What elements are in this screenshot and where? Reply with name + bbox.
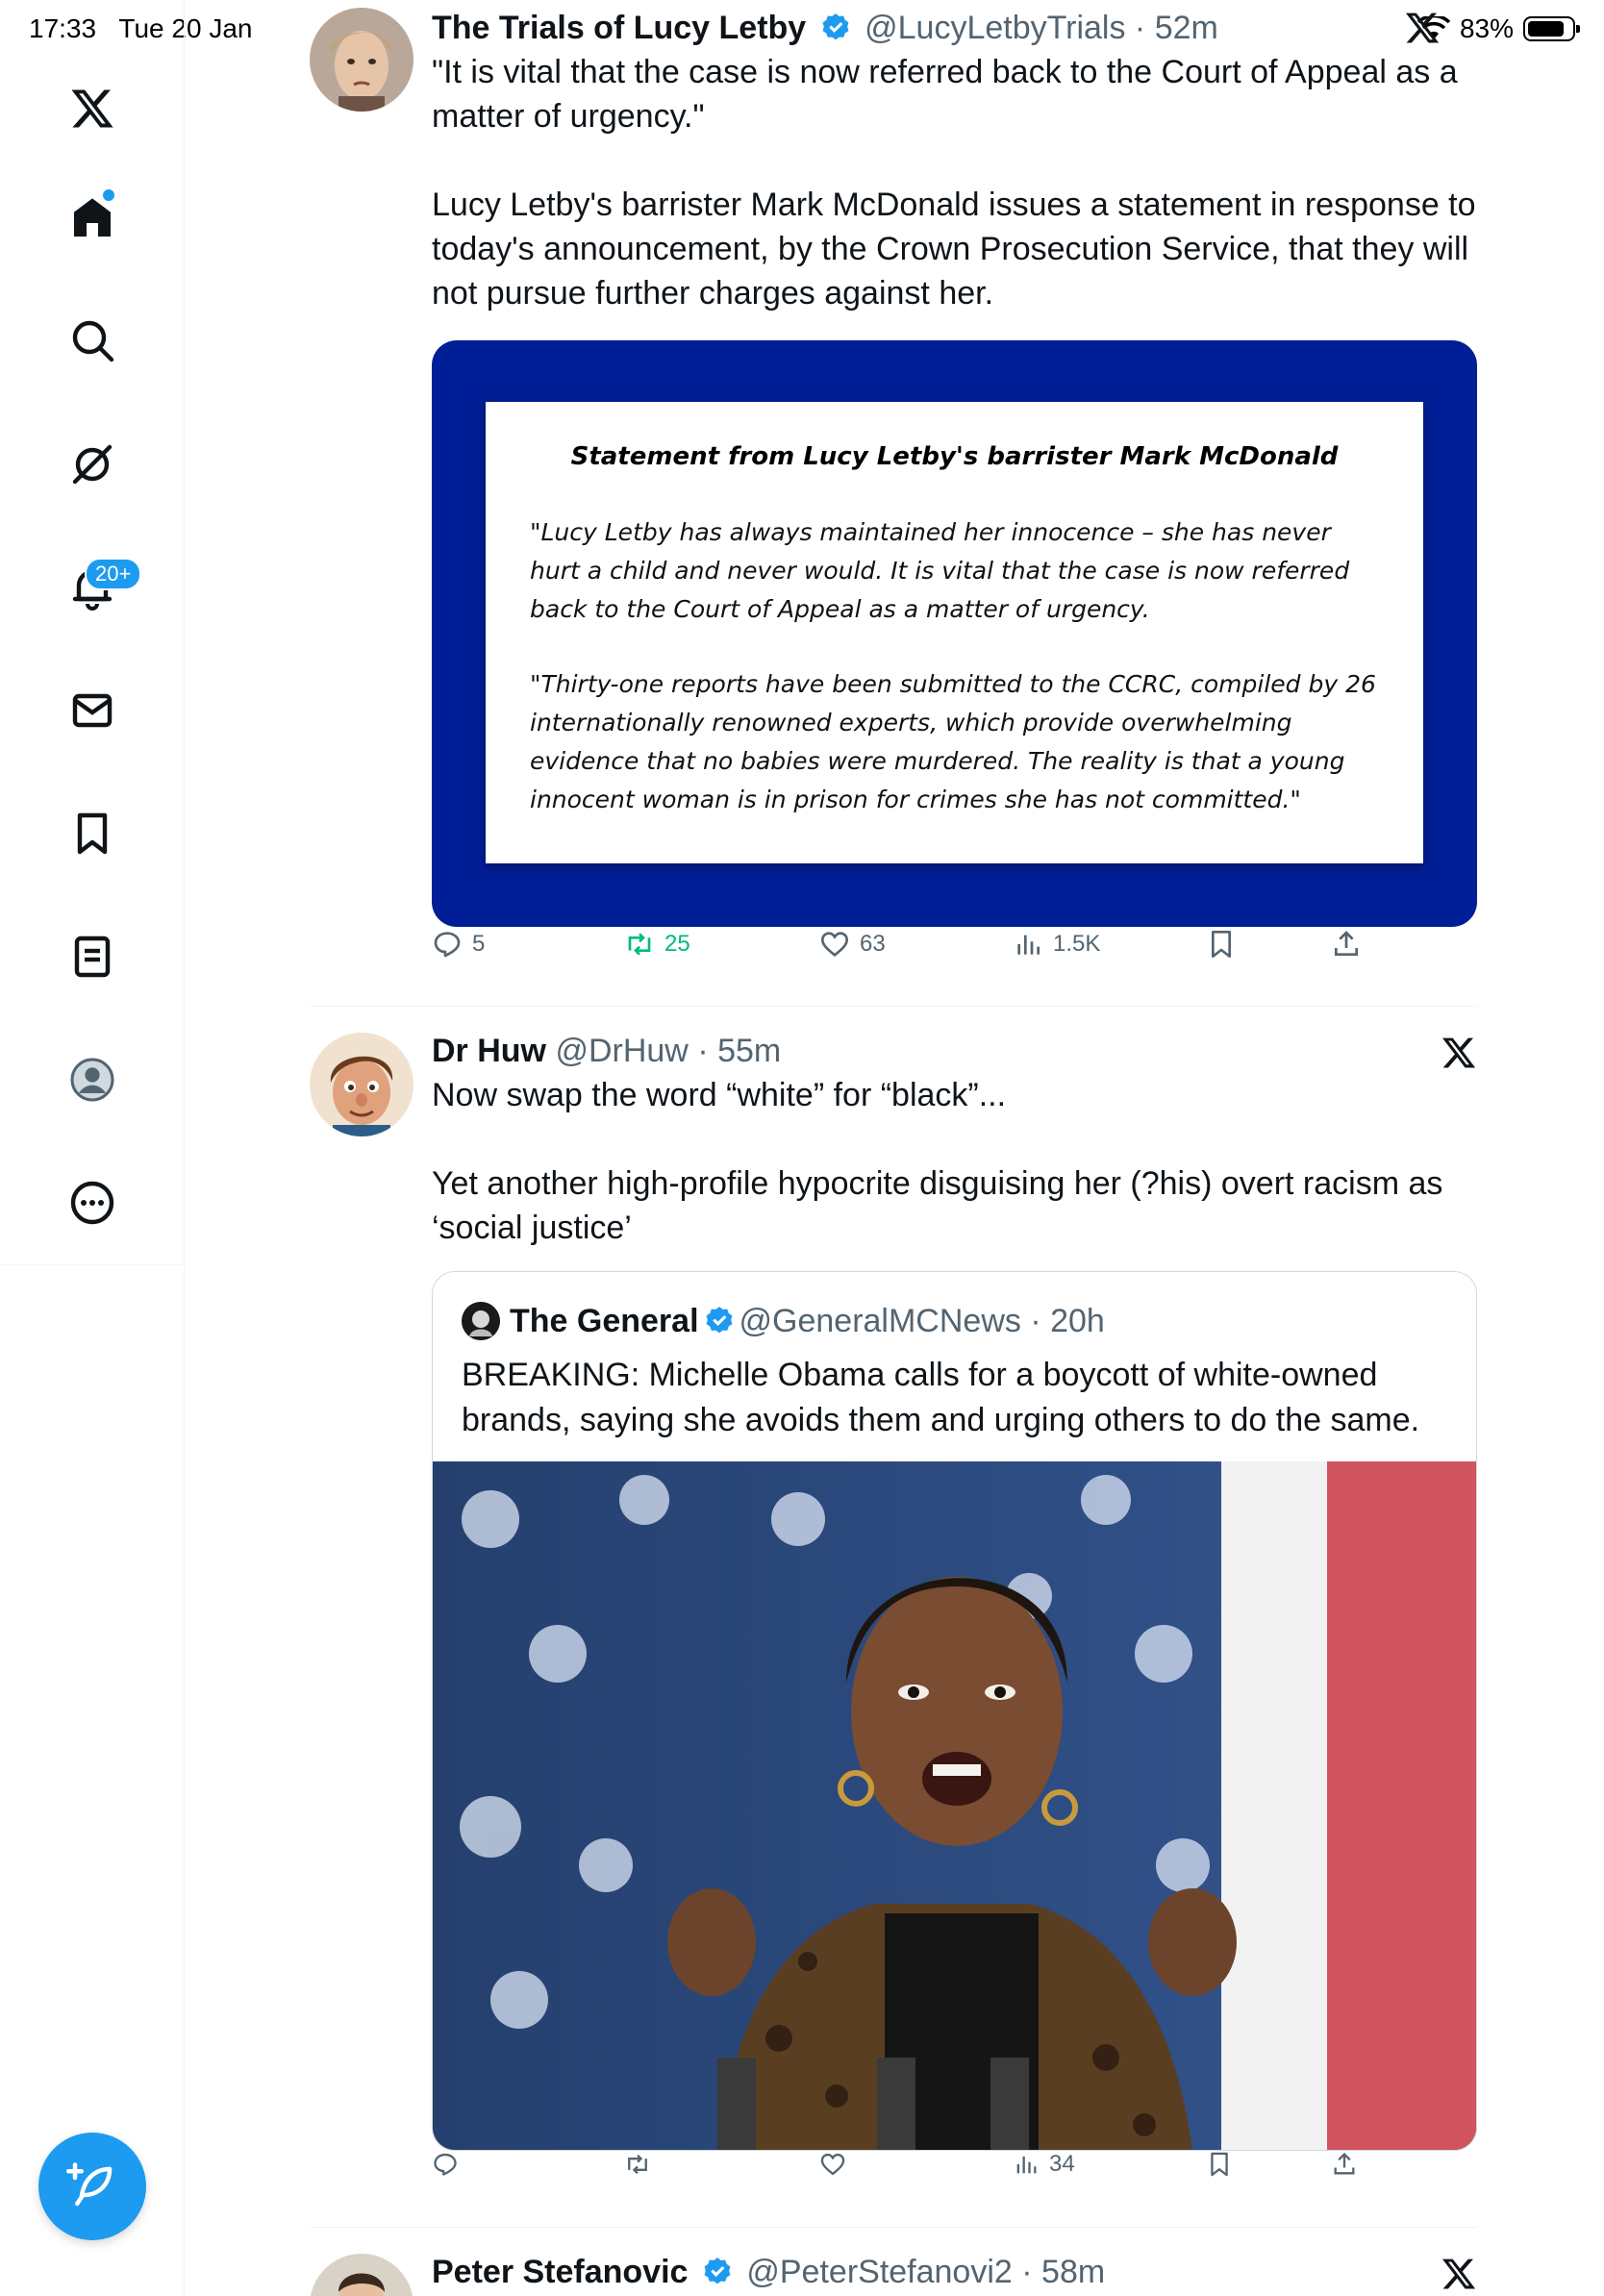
tweet-text: Now swap the word “white” for “black”...… (432, 1077, 1443, 1246)
reply-button[interactable]: 5 (432, 929, 485, 960)
author-name[interactable]: The Trials of Lucy Letby (432, 10, 806, 46)
views-button[interactable]: 1.5K (1013, 929, 1100, 960)
grok-icon[interactable] (63, 435, 122, 494)
quote-avatar[interactable] (462, 1302, 500, 1340)
verified-badge-icon (704, 2258, 731, 2284)
statement-paragraph: "Lucy Letby has always maintained her in… (530, 518, 1350, 623)
statement-image[interactable]: Statement from Lucy Letby's barrister Ma… (432, 340, 1477, 927)
tweet-content: Peter Stefanovic @PeterStefanovi2 · 58m (432, 2250, 1477, 2294)
x-logo-icon (1441, 1035, 1477, 1071)
like-button[interactable] (819, 2151, 846, 2178)
views-icon (1016, 2156, 1037, 2174)
x-logo-icon (1404, 10, 1441, 46)
views-button[interactable]: 34 (1013, 2151, 1075, 2178)
quoted-tweet[interactable]: The General @GeneralMCNews · 20h BREAKIN… (432, 1271, 1477, 2151)
x-logo-icon[interactable] (63, 79, 122, 138)
battery-icon (1523, 16, 1580, 41)
repost-icon (628, 2154, 647, 2175)
quote-author-name[interactable]: The General (510, 1299, 699, 1343)
tweet-header: The Trials of Lucy Letby @LucyLetbyTrial… (432, 10, 1218, 46)
bookmark-icon (1212, 931, 1231, 958)
bookmark-button[interactable] (1206, 929, 1237, 960)
tweet-time[interactable]: 58m (1041, 2254, 1105, 2290)
quote-time[interactable]: 20h (1050, 1299, 1105, 1343)
share-icon (1334, 2152, 1355, 2175)
avatar[interactable] (310, 2254, 414, 2296)
quote-header: The General @GeneralMCNews · 20h (462, 1299, 1105, 1343)
heart-icon (820, 2153, 845, 2176)
tweet[interactable]: Dr Huw @DrHuw · 55m Now swap the word “w… (310, 1029, 1477, 2211)
reply-icon (434, 2153, 457, 2176)
bookmark-icon[interactable] (63, 804, 122, 863)
statement-paragraph: "Thirty-one reports have been submitted … (530, 670, 1376, 813)
repost-button[interactable] (624, 2151, 651, 2178)
tweet-divider (310, 1006, 1477, 1007)
list-icon[interactable] (63, 927, 122, 986)
compose-button[interactable] (38, 2133, 146, 2240)
views-icon (1017, 935, 1040, 955)
more-icon[interactable] (63, 1173, 122, 1233)
quote-author-handle[interactable]: @GeneralMCNews (739, 1299, 1021, 1343)
reply-icon (434, 932, 461, 958)
search-icon[interactable] (63, 311, 122, 370)
author-handle[interactable]: @LucyLetbyTrials (865, 10, 1125, 46)
verified-badge-icon (706, 1307, 732, 1334)
sidebar-divider (0, 1264, 185, 1265)
tweet[interactable]: Peter Stefanovic @PeterStefanovi2 · 58m (310, 2250, 1477, 2296)
tweet-text: "It is vital that the case is now referr… (432, 54, 1476, 312)
author-handle[interactable]: @DrHuw (555, 1033, 688, 1069)
author-name[interactable]: Dr Huw (432, 1033, 546, 1069)
author-handle[interactable]: @PeterStefanovi2 (746, 2254, 1012, 2290)
share-button[interactable] (1331, 2151, 1358, 2178)
like-button[interactable]: 63 (819, 929, 886, 960)
tweet[interactable]: The Trials of Lucy Letby @LucyLetbyTrial… (310, 6, 1477, 996)
quote-text: BREAKING: Michelle Obama calls for a boy… (462, 1357, 1420, 1438)
avatar[interactable] (310, 8, 414, 112)
share-button[interactable] (1331, 929, 1362, 960)
bookmark-button[interactable] (1206, 2151, 1233, 2178)
avatar-icon[interactable] (63, 1050, 122, 1110)
tweet-time[interactable]: 52m (1155, 10, 1218, 46)
mail-icon[interactable] (63, 681, 122, 740)
tweet-header: Peter Stefanovic @PeterStefanovi2 · 58m (432, 2254, 1106, 2290)
repost-button[interactable]: 25 (624, 929, 690, 960)
tweet-content: The Trials of Lucy Letby @LucyLetbyTrial… (432, 6, 1477, 315)
tweet-time[interactable]: 55m (717, 1033, 781, 1069)
sidebar: 20+ (0, 0, 185, 2296)
verified-badge-icon (822, 13, 849, 40)
statement-paper: Statement from Lucy Letby's barrister Ma… (486, 402, 1423, 863)
home-unread-dot (103, 189, 114, 201)
tweet-divider (310, 2227, 1477, 2228)
heart-icon (820, 932, 849, 958)
reply-button[interactable] (432, 2151, 459, 2178)
statement-title: Statement from Lucy Letby's barrister Ma… (570, 442, 1339, 471)
compose-icon (66, 2162, 113, 2207)
avatar[interactable] (310, 1033, 414, 1136)
bookmark-icon (1211, 2152, 1228, 2177)
author-name[interactable]: Peter Stefanovic (432, 2254, 688, 2290)
quote-photo[interactable] (433, 1461, 1476, 2150)
notification-badge: 20+ (85, 558, 142, 590)
x-logo-icon (1441, 2256, 1477, 2292)
tweet-header: Dr Huw @DrHuw · 55m (432, 1033, 782, 1069)
tweet-content: Dr Huw @DrHuw · 55m Now swap the word “w… (432, 1029, 1477, 1250)
repost-icon (628, 933, 651, 956)
share-icon (1335, 931, 1358, 956)
